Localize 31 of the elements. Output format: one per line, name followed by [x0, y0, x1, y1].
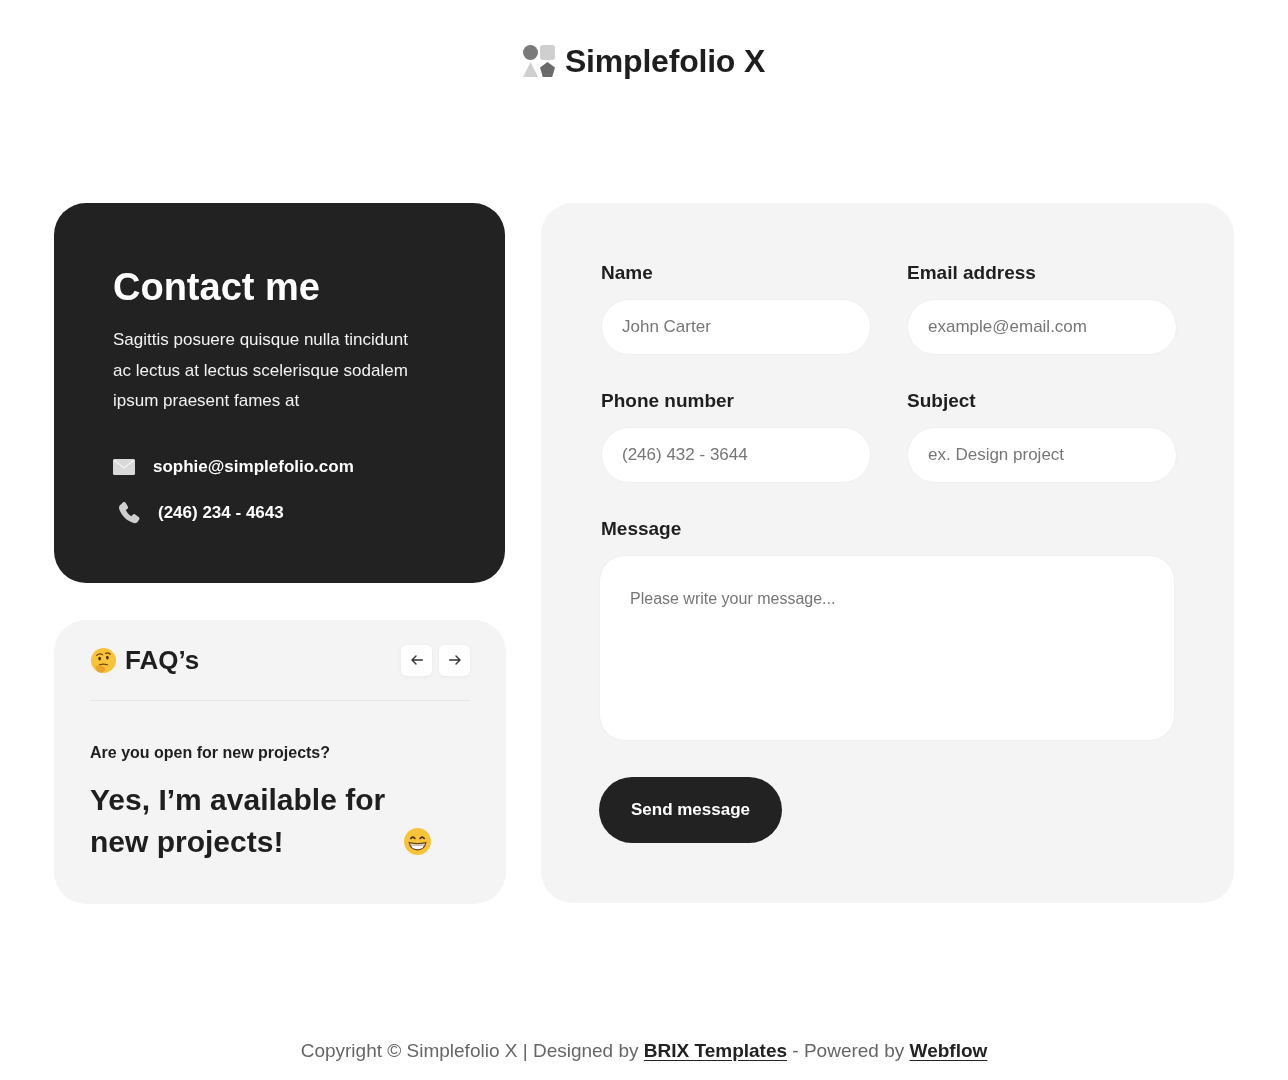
logo-icon — [522, 45, 555, 77]
field-label: Message — [601, 517, 682, 541]
envelope-icon — [113, 458, 135, 475]
input-field[interactable]: John Carter — [601, 299, 871, 355]
footer-link[interactable]: Webflow — [909, 1040, 988, 1061]
thinking-face-icon — [90, 646, 117, 674]
arrow-left-icon — [410, 655, 423, 665]
contact-title: Contact me — [113, 265, 320, 309]
faq-title: FAQ’s — [125, 645, 200, 675]
input-field[interactable]: (246) 432 - 3644 — [601, 427, 871, 483]
faq-answer: Yes, I’m available for new projects! — [90, 782, 387, 860]
field-label: Name — [601, 261, 653, 285]
previous-button[interactable] — [401, 644, 432, 676]
field-label: Email address — [907, 261, 1036, 285]
faq-question: Are you open for new projects? — [90, 743, 331, 763]
field-label: Phone number — [601, 389, 734, 413]
footer-text: Copyright © Simplefolio X | Designed by BRIX Templates - Powered by Webflow — [300, 1039, 988, 1063]
email-link[interactable]: sophie@simplefolio.com — [153, 454, 354, 479]
grinning-face-icon — [403, 827, 432, 856]
contact-description: Sagittis posuere quisque nulla tincidunt ac lectus at lectus scelerisque sodalem ipsum praesent fames at — [113, 329, 409, 412]
input-field[interactable]: ex. Design project — [907, 427, 1177, 483]
arrow-right-icon — [448, 655, 461, 665]
input-field[interactable]: example@email.com — [907, 299, 1177, 355]
send-message-button[interactable]: Send message — [599, 777, 782, 843]
next-button[interactable] — [439, 644, 470, 676]
phone-icon — [119, 501, 140, 524]
footer-link[interactable]: BRIX Templates — [643, 1040, 788, 1061]
field-label: Subject — [907, 389, 976, 413]
message-field[interactable]: Please write your message... — [599, 555, 1175, 741]
logo-text[interactable]: Simplefolio X — [564, 44, 766, 78]
phone-link[interactable]: (246) 234 - 4643 — [158, 500, 284, 525]
